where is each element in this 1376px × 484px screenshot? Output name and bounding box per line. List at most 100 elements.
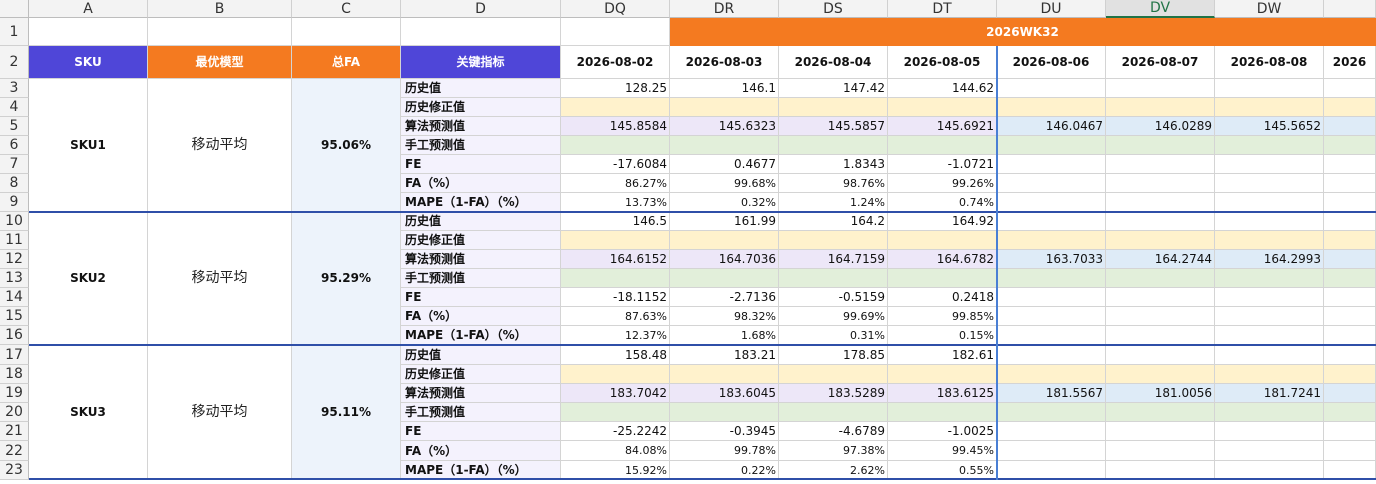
value-cell[interactable] [1324, 79, 1376, 98]
value-cell[interactable]: 0.74% [888, 193, 997, 212]
value-cell[interactable] [1324, 231, 1376, 250]
row-header[interactable]: 18 [0, 365, 29, 384]
value-cell[interactable]: 146.5 [561, 212, 670, 231]
metric-label[interactable]: 历史修正值 [401, 365, 561, 384]
value-cell[interactable] [670, 98, 779, 117]
value-cell[interactable]: 183.7042 [561, 384, 670, 403]
value-cell[interactable] [997, 307, 1106, 326]
value-cell[interactable]: -18.1152 [561, 288, 670, 307]
value-cell[interactable] [1215, 98, 1324, 117]
value-cell[interactable]: 164.6152 [561, 250, 670, 269]
value-cell[interactable] [561, 231, 670, 250]
value-cell[interactable] [561, 136, 670, 155]
value-cell[interactable] [997, 288, 1106, 307]
value-cell[interactable]: 97.38% [779, 441, 888, 461]
value-cell[interactable] [997, 326, 1106, 345]
row-header[interactable]: 23 [0, 461, 29, 480]
value-cell[interactable] [888, 269, 997, 288]
metric-label[interactable]: FA（%） [401, 174, 561, 193]
row-header[interactable]: 21 [0, 422, 29, 441]
column-header[interactable]: DU [997, 0, 1106, 18]
model-name[interactable]: 移动平均 [148, 345, 292, 480]
value-cell[interactable]: 147.42 [779, 79, 888, 98]
value-cell[interactable] [1324, 212, 1376, 231]
value-cell[interactable] [1215, 79, 1324, 98]
metric-label[interactable]: MAPE（1-FA）（%） [401, 326, 561, 345]
column-header[interactable]: DV [1106, 0, 1215, 18]
value-cell[interactable]: -0.3945 [670, 422, 779, 441]
row-header[interactable]: 7 [0, 155, 29, 174]
value-cell[interactable] [997, 441, 1106, 461]
metric-label[interactable]: 手工预测值 [401, 269, 561, 288]
value-cell[interactable] [1215, 136, 1324, 155]
value-cell[interactable] [1106, 365, 1215, 384]
total-fa-value[interactable]: 95.29% [292, 212, 401, 345]
value-cell[interactable]: 87.63% [561, 307, 670, 326]
row-header[interactable]: 11 [0, 231, 29, 250]
date-header[interactable]: 2026-08-07 [1106, 46, 1215, 79]
spreadsheet-grid[interactable]: A B C D DQ DR DS DT DU DV DW 1 2 3 4 5 6 7 8 9 10 11 12 13 14 15 1… [0, 0, 1376, 484]
value-cell[interactable] [670, 269, 779, 288]
value-cell[interactable]: 158.48 [561, 345, 670, 365]
value-cell[interactable]: 98.32% [670, 307, 779, 326]
sku-name[interactable]: SKU1 [29, 79, 148, 212]
value-cell[interactable]: 164.2744 [1106, 250, 1215, 269]
value-cell[interactable] [1324, 98, 1376, 117]
value-cell[interactable]: -1.0721 [888, 155, 997, 174]
value-cell[interactable] [997, 193, 1106, 212]
value-cell[interactable] [997, 79, 1106, 98]
value-cell[interactable] [561, 269, 670, 288]
best-model-header[interactable]: 最优模型 [148, 46, 292, 79]
value-cell[interactable] [1324, 384, 1376, 403]
value-cell[interactable]: 145.6323 [670, 117, 779, 136]
value-cell[interactable]: 1.68% [670, 326, 779, 345]
value-cell[interactable] [1215, 365, 1324, 384]
row-header[interactable]: 10 [0, 212, 29, 231]
value-cell[interactable] [1106, 231, 1215, 250]
value-cell[interactable] [1215, 345, 1324, 365]
value-cell[interactable] [1106, 212, 1215, 231]
value-cell[interactable] [888, 365, 997, 384]
value-cell[interactable]: 164.92 [888, 212, 997, 231]
value-cell[interactable] [1106, 269, 1215, 288]
value-cell[interactable] [997, 98, 1106, 117]
value-cell[interactable] [670, 365, 779, 384]
value-cell[interactable]: 181.5567 [997, 384, 1106, 403]
value-cell[interactable] [779, 136, 888, 155]
value-cell[interactable]: 146.0289 [1106, 117, 1215, 136]
value-cell[interactable]: 161.99 [670, 212, 779, 231]
value-cell[interactable]: 12.37% [561, 326, 670, 345]
value-cell[interactable] [888, 136, 997, 155]
row-header[interactable]: 16 [0, 326, 29, 345]
value-cell[interactable]: -2.7136 [670, 288, 779, 307]
value-cell[interactable] [1215, 422, 1324, 441]
value-cell[interactable] [1324, 365, 1376, 384]
value-cell[interactable]: 1.8343 [779, 155, 888, 174]
value-cell[interactable]: 164.7036 [670, 250, 779, 269]
value-cell[interactable] [1215, 326, 1324, 345]
value-cell[interactable]: -17.6084 [561, 155, 670, 174]
value-cell[interactable]: 1.24% [779, 193, 888, 212]
value-cell[interactable] [1106, 98, 1215, 117]
value-cell[interactable] [670, 403, 779, 422]
value-cell[interactable]: -0.5159 [779, 288, 888, 307]
value-cell[interactable]: -25.2242 [561, 422, 670, 441]
row-header[interactable]: 5 [0, 117, 29, 136]
value-cell[interactable]: 181.0056 [1106, 384, 1215, 403]
value-cell[interactable]: 86.27% [561, 174, 670, 193]
value-cell[interactable] [1215, 193, 1324, 212]
value-cell[interactable]: 0.2418 [888, 288, 997, 307]
metric-label[interactable]: 历史值 [401, 79, 561, 98]
value-cell[interactable]: 145.5857 [779, 117, 888, 136]
value-cell[interactable] [1215, 212, 1324, 231]
row-header[interactable]: 1 [0, 18, 29, 46]
value-cell[interactable] [1106, 307, 1215, 326]
total-fa-header[interactable]: 总FA [292, 46, 401, 79]
date-header[interactable]: 2026-08-06 [997, 46, 1106, 79]
metric-label[interactable]: FE [401, 288, 561, 307]
value-cell[interactable]: 99.68% [670, 174, 779, 193]
value-cell[interactable] [1324, 174, 1376, 193]
row-header[interactable]: 8 [0, 174, 29, 193]
value-cell[interactable] [1215, 403, 1324, 422]
model-name[interactable]: 移动平均 [148, 212, 292, 345]
